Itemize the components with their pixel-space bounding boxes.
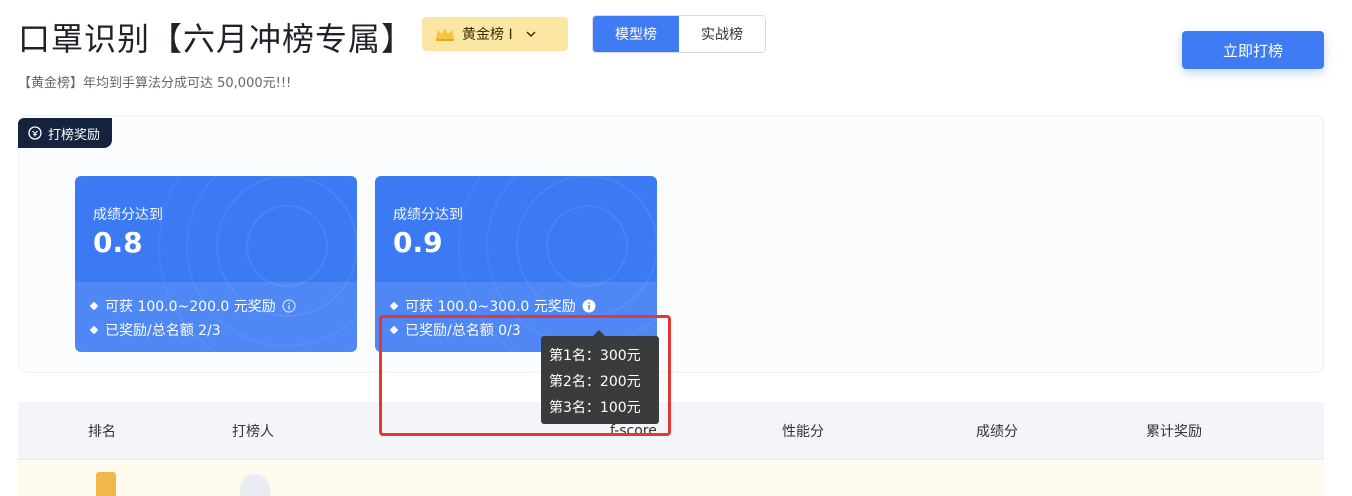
card-quota: 已奖励/总名额 2/3 xyxy=(105,323,221,339)
bullet-icon xyxy=(89,301,99,311)
reward-icon xyxy=(28,126,42,140)
card-reward-range: 可获 100.0~300.0 元奖励 xyxy=(405,299,576,315)
rank-level-value: 黄金榜 I xyxy=(462,27,513,43)
rank-badge-icon xyxy=(96,472,116,496)
reward-panel-tag: 打榜奖励 xyxy=(18,118,113,148)
avatar xyxy=(240,474,270,496)
column-header-performance[interactable]: 性能分 xyxy=(782,402,824,460)
info-icon[interactable] xyxy=(282,299,296,313)
column-header-total-reward[interactable]: 累计奖励 xyxy=(1146,402,1202,460)
reward-card: 成绩分达到 0.8 可获 100.0~200.0 元奖励 已奖励/总名额 2/3 xyxy=(75,176,357,352)
info-icon[interactable] xyxy=(582,299,596,313)
rank-level-dropdown[interactable]: 黄金榜 I xyxy=(422,17,568,51)
card-reward-range: 可获 100.0~200.0 元奖励 xyxy=(105,299,276,315)
column-header-player: 打榜人 xyxy=(232,424,274,440)
page-title: 口罩识别【六月冲榜专属】 xyxy=(18,20,415,58)
crown-icon xyxy=(436,28,454,41)
annotation-highlight-box xyxy=(379,315,671,436)
tab-model-board[interactable]: 模型榜 xyxy=(593,16,679,52)
submit-ranking-button[interactable]: 立即打榜 xyxy=(1182,31,1324,69)
column-header-rank: 排名 xyxy=(88,424,116,440)
page-subtitle: 【黄金榜】年均到手算法分成可达 50,000元!!! xyxy=(18,76,292,91)
card-threshold-label: 成绩分达到 xyxy=(93,207,163,223)
reward-panel-tag-label: 打榜奖励 xyxy=(48,127,101,143)
table-header xyxy=(18,402,1324,460)
table-row[interactable] xyxy=(18,461,1324,496)
tab-combat-board[interactable]: 实战榜 xyxy=(679,16,765,52)
chevron-down-icon xyxy=(526,31,536,38)
card-threshold-value: 0.8 xyxy=(93,226,143,259)
board-type-tabs: 模型榜 实战榜 xyxy=(592,15,766,53)
card-threshold-value: 0.9 xyxy=(393,226,443,259)
column-header-score[interactable]: 成绩分 xyxy=(976,402,1018,460)
card-threshold-label: 成绩分达到 xyxy=(393,207,463,223)
bullet-icon xyxy=(389,301,399,311)
bullet-icon xyxy=(89,325,99,335)
